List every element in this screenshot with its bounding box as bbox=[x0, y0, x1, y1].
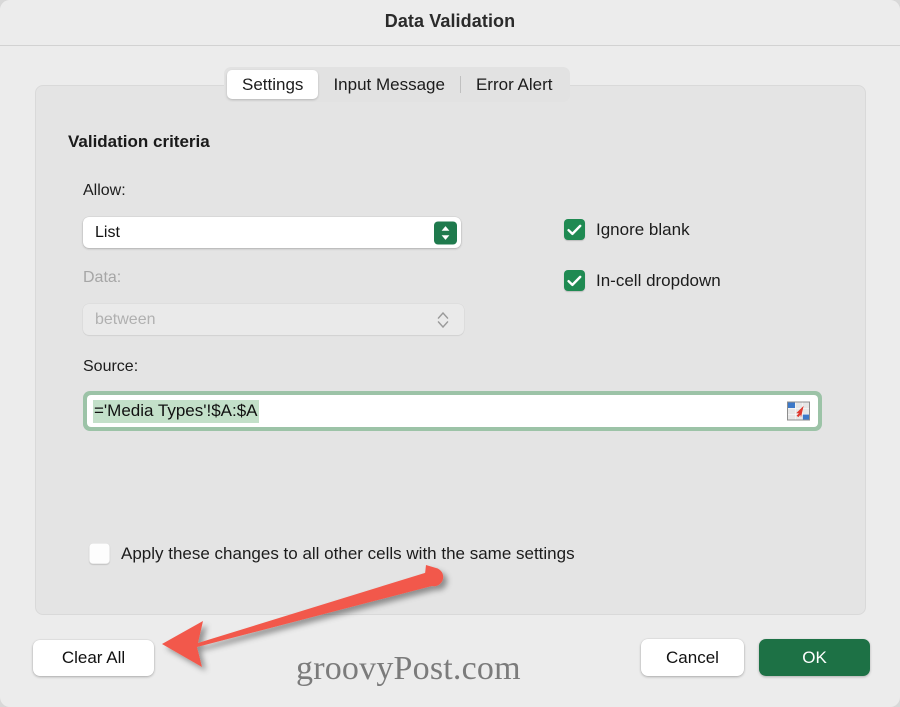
tab-error-alert-label: Error Alert bbox=[475, 74, 553, 94]
apply-all-label: Apply these changes to all other cells w… bbox=[121, 543, 575, 563]
cancel-label: Cancel bbox=[666, 647, 719, 667]
source-value: ='Media Types'!$A:$A bbox=[93, 399, 259, 423]
data-value: between bbox=[95, 310, 156, 328]
tab-input-message[interactable]: Input Message bbox=[318, 70, 460, 99]
source-field-focus-ring: ='Media Types'!$A:$A bbox=[83, 391, 822, 431]
cancel-button[interactable]: Cancel bbox=[641, 639, 744, 676]
allow-label: Allow: bbox=[83, 182, 126, 199]
checkmark-icon[interactable] bbox=[564, 270, 585, 291]
allow-select[interactable]: List bbox=[83, 217, 461, 248]
tab-settings[interactable]: Settings bbox=[227, 70, 319, 99]
tab-settings-label: Settings bbox=[242, 74, 304, 94]
clear-all-button[interactable]: Clear All bbox=[33, 640, 154, 676]
in-cell-dropdown-checkbox-row[interactable]: In-cell dropdown bbox=[564, 270, 721, 291]
dialog-titlebar: Data Validation bbox=[0, 0, 900, 46]
tab-bar: Settings Input Message Error Alert bbox=[224, 67, 571, 102]
allow-value: List bbox=[95, 223, 120, 241]
source-label: Source: bbox=[83, 358, 139, 375]
tab-input-message-label: Input Message bbox=[333, 74, 445, 94]
checkmark-icon[interactable] bbox=[564, 219, 585, 240]
chevron-up-down-icon[interactable] bbox=[434, 221, 457, 244]
settings-panel: Validation criteria Allow: List Data: be… bbox=[35, 85, 866, 615]
data-select: between bbox=[83, 304, 464, 335]
ok-label: OK bbox=[802, 647, 827, 667]
data-label: Data: bbox=[83, 269, 122, 286]
validation-criteria-heading: Validation criteria bbox=[68, 132, 210, 151]
apply-all-checkbox-row[interactable]: Apply these changes to all other cells w… bbox=[89, 543, 575, 564]
chevron-up-down-icon bbox=[431, 308, 454, 331]
source-input[interactable]: ='Media Types'!$A:$A bbox=[87, 395, 818, 427]
clear-all-label: Clear All bbox=[61, 648, 126, 667]
ok-button[interactable]: OK bbox=[759, 639, 870, 676]
range-select-icon[interactable] bbox=[787, 401, 810, 421]
dialog-title: Data Validation bbox=[384, 11, 516, 31]
ignore-blank-label: Ignore blank bbox=[596, 219, 690, 239]
checkbox-empty-icon[interactable] bbox=[89, 543, 110, 564]
tab-error-alert[interactable]: Error Alert bbox=[461, 70, 568, 99]
data-validation-dialog: Data Validation Validation criteria Allo… bbox=[0, 0, 900, 707]
watermark: groovyPost.com bbox=[296, 650, 521, 687]
ignore-blank-checkbox-row[interactable]: Ignore blank bbox=[564, 219, 690, 240]
in-cell-dropdown-label: In-cell dropdown bbox=[596, 270, 721, 290]
